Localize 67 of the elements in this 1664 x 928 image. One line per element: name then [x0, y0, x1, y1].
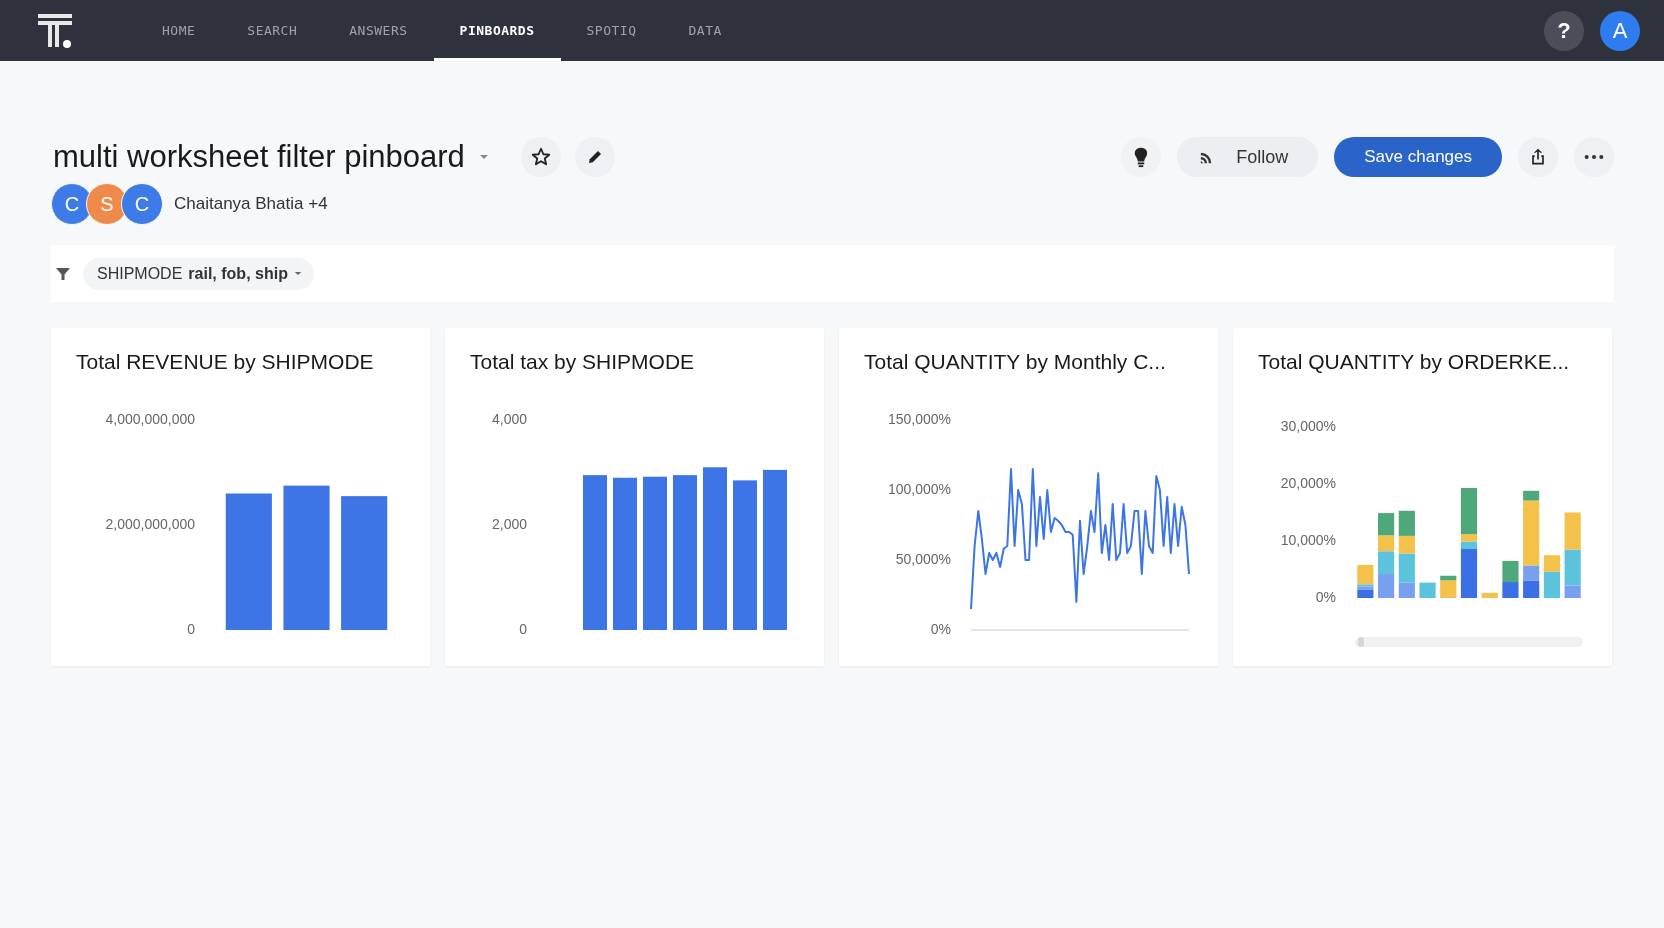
chart-bar[interactable]	[1378, 513, 1395, 536]
axis-label: 10,000%	[1280, 532, 1336, 548]
save-changes-button[interactable]: Save changes	[1334, 137, 1502, 177]
chart-bar[interactable]	[1440, 575, 1457, 581]
chart-title: Total tax by SHIPMODE	[469, 349, 696, 375]
chart-bar[interactable]	[283, 485, 330, 630]
chart-bar[interactable]	[1378, 551, 1395, 575]
follow-button[interactable]: Follow	[1177, 137, 1319, 177]
more-button[interactable]	[1574, 137, 1614, 177]
axis-label: 150,000%	[887, 411, 951, 427]
chart-bar[interactable]	[1460, 541, 1478, 549]
chart-bar[interactable]	[1502, 560, 1519, 583]
chart-bar[interactable]	[1357, 589, 1374, 598]
axis-label: 0	[519, 621, 527, 637]
chart-bar[interactable]	[1398, 510, 1415, 536]
chart-card[interactable]: Total REVENUE by SHIPMODE 0 2,000,000,000 4,000,000,000	[51, 328, 430, 666]
chart-bar[interactable]	[1398, 553, 1415, 583]
user-avatar[interactable]: C	[121, 183, 163, 225]
chart-bar[interactable]	[1398, 535, 1415, 554]
axis-label: 0	[187, 621, 195, 637]
chart-bar[interactable]	[1564, 585, 1581, 598]
nav-tab[interactable]: PINBOARDS	[433, 0, 561, 61]
axis-label: 4,000	[491, 411, 527, 427]
axis-label: 50,000%	[895, 551, 951, 567]
more-icon	[1583, 153, 1605, 161]
insight-button[interactable]	[1121, 137, 1162, 177]
star-button[interactable]	[520, 137, 561, 177]
axis-label: 100,000%	[887, 481, 951, 497]
help-button[interactable]: ?	[1544, 10, 1584, 51]
edit-button[interactable]	[574, 137, 615, 177]
axis-label: 2,000,000,000	[105, 516, 195, 532]
owner-names: Chaitanya Bhatia +4	[174, 194, 328, 214]
axis-label: 0%	[930, 621, 951, 637]
chart-bar[interactable]	[225, 493, 272, 630]
chart-bar[interactable]	[1460, 534, 1478, 542]
chart-card[interactable]: Total QUANTITY by ORDERKE... 0% 10,000% 20,000% 30,000%	[1233, 328, 1612, 666]
axis-label: 20,000%	[1280, 475, 1336, 491]
nav-tab[interactable]: HOME	[136, 0, 222, 61]
caret-icon	[293, 271, 302, 276]
axis-label: 30,000%	[1280, 418, 1336, 434]
pinboard-title: multi worksheet filter pinboard	[52, 139, 465, 175]
chart-bar[interactable]	[1502, 582, 1519, 598]
nav-tab[interactable]: DATA	[662, 0, 748, 61]
star-icon	[529, 146, 552, 168]
chart-bar[interactable]	[1460, 488, 1478, 535]
nav-tab[interactable]: ANSWERS	[323, 0, 434, 61]
chart-title: Total REVENUE by SHIPMODE	[75, 349, 375, 375]
chart-bar[interactable]	[1460, 549, 1478, 598]
axis-label: 2,000	[491, 516, 527, 532]
caret-icon[interactable]	[478, 154, 489, 160]
axis-label: 0%	[1315, 589, 1336, 605]
filter-chip[interactable]: SHIPMODE rail, fob, ship	[83, 257, 314, 290]
share-button[interactable]	[1518, 137, 1558, 177]
scroll-bar[interactable]	[1355, 637, 1583, 647]
chart-card[interactable]: Total QUANTITY by Monthly C... 0% 50,000% 100,000% 150,000%	[839, 328, 1218, 666]
axis-label: 4,000,000,000	[105, 411, 195, 427]
filter-icon[interactable]	[55, 265, 71, 282]
nav-tab[interactable]: SPOTIQ	[560, 0, 663, 61]
chart-title: Total QUANTITY by Monthly C...	[863, 349, 1167, 375]
chart-bar[interactable]	[1543, 571, 1560, 598]
chart-bar[interactable]	[1378, 574, 1395, 598]
chart-title: Total QUANTITY by ORDERKE...	[1257, 349, 1571, 375]
chart-bar[interactable]	[341, 496, 388, 630]
chart-bar[interactable]	[1523, 490, 1540, 501]
nav-tab[interactable]: SEARCH	[221, 0, 324, 61]
user-avatar[interactable]: A	[1600, 10, 1640, 51]
scroll-thumb[interactable]	[1358, 637, 1364, 647]
